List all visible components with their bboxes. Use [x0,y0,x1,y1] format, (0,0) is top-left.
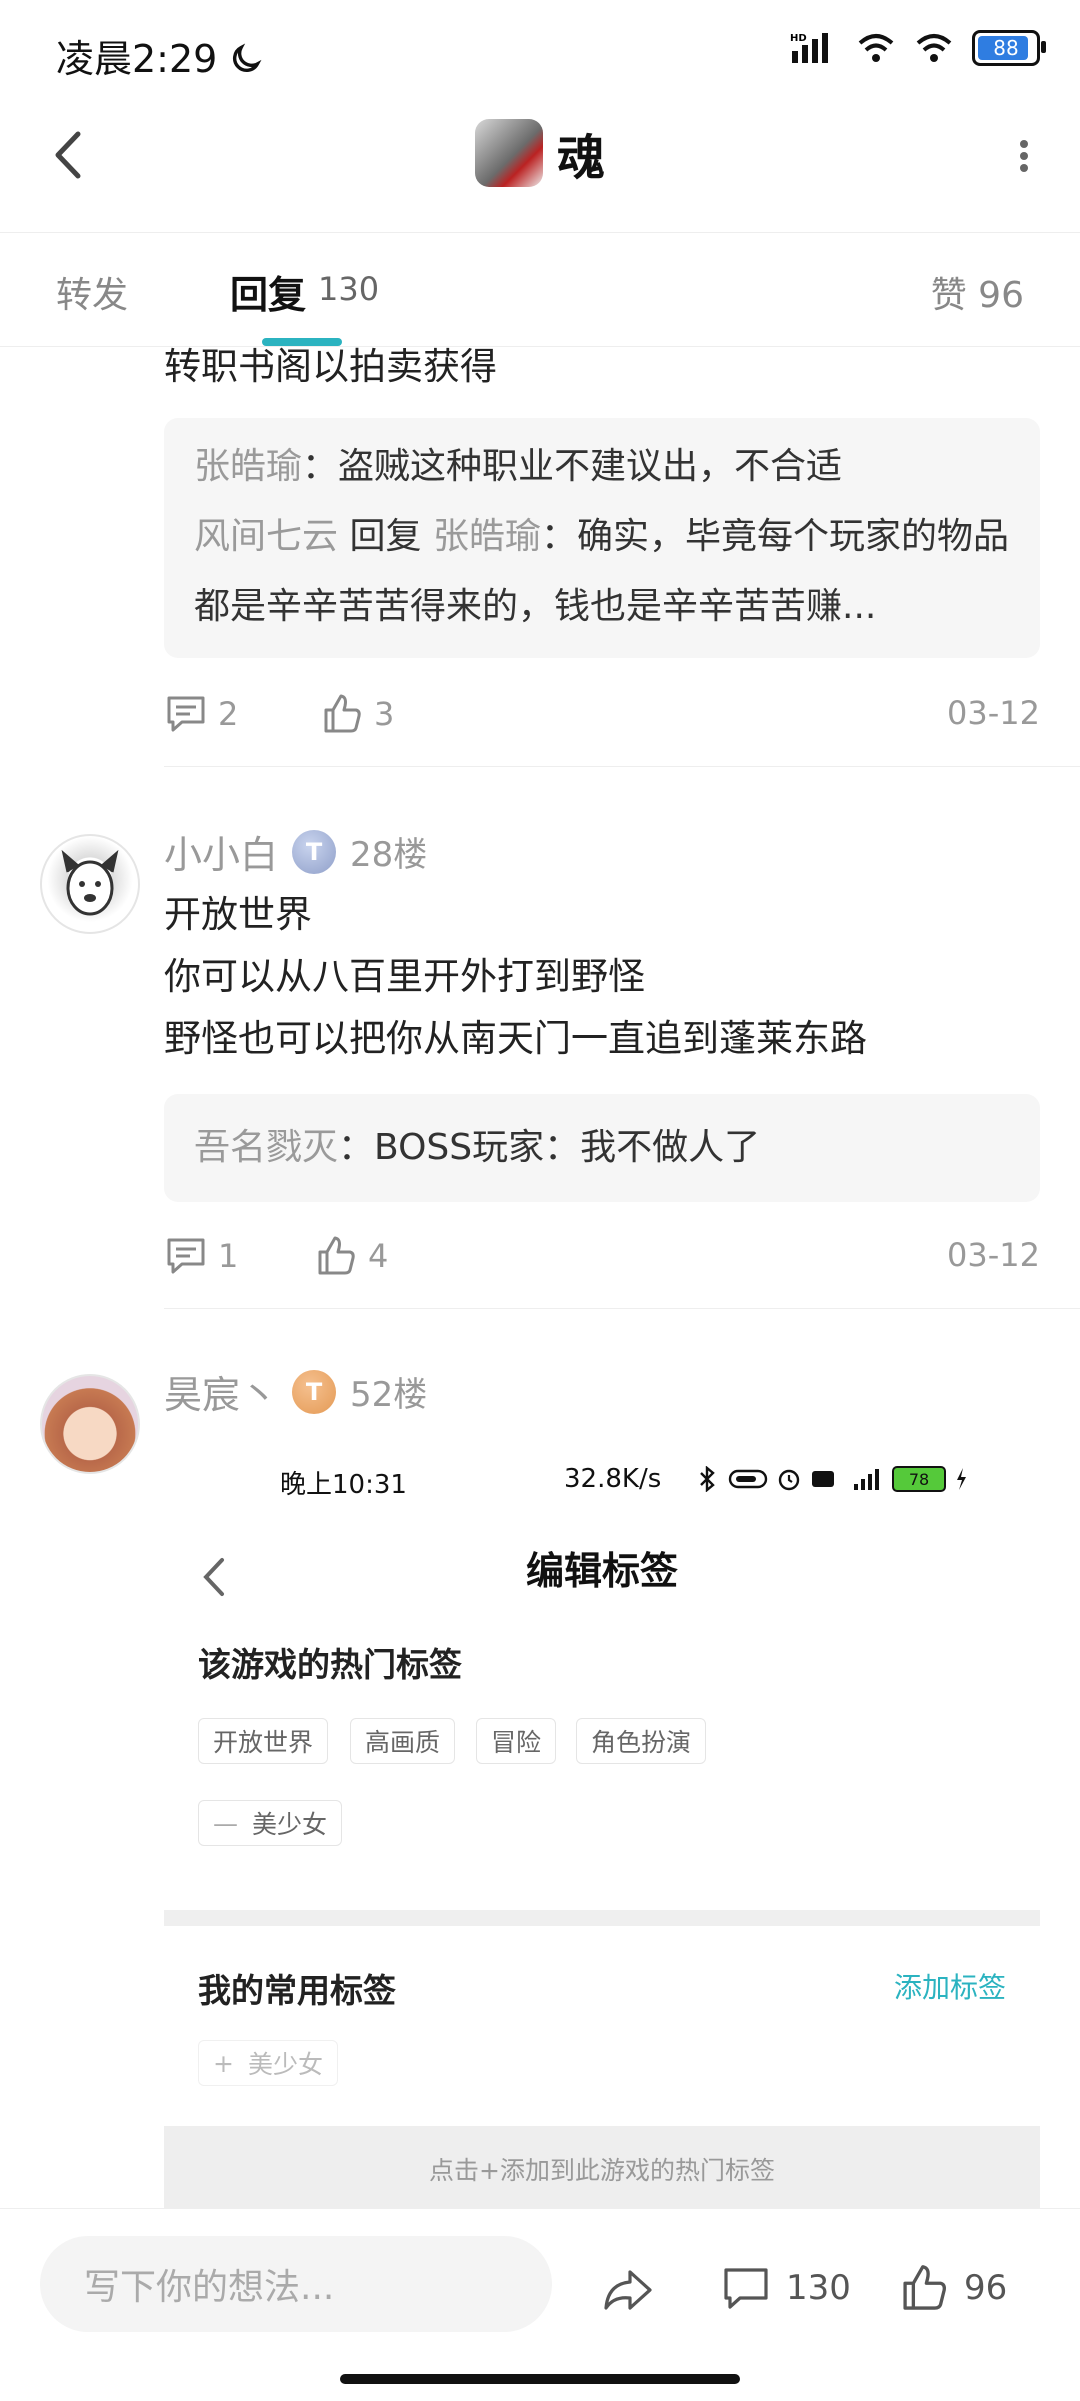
avatar[interactable] [40,834,140,934]
sub-reply-target[interactable]: 张皓瑜 [433,516,541,557]
divider [164,1308,1080,1309]
image-hot-section: 该游戏的热门标签 [198,1645,462,1684]
image-divider [164,1910,1040,1926]
share-icon [604,2270,652,2310]
tab-repost[interactable]: 转发 [56,266,128,318]
comment-input[interactable]: 写下你的想法... [40,2236,552,2332]
divider [0,346,1080,347]
level-badge: T [292,829,337,874]
thumbs-up-icon [318,1236,355,1275]
reply-word: 回复 [349,516,422,557]
share-button[interactable] [600,2262,656,2318]
like-button[interactable]: 3 [320,692,394,736]
toggle-icon [728,1469,768,1489]
username[interactable]: 小小白 [164,824,278,879]
like-button[interactable]: 4 [314,1234,388,1278]
image-my-section: 我的常用标签 [198,1971,396,2010]
more-button[interactable] [1004,136,1044,176]
page-title: 魂 [556,130,605,186]
image-tag: 冒险 [476,1718,557,1764]
image-title: 编辑标签 [525,1549,678,1593]
username[interactable]: 昊宸丶 [164,1364,278,1419]
tab-like[interactable]: 赞 96 [931,266,1024,318]
thumbs-up-icon [903,2265,946,2310]
sub-reply: 风间七云 回复 张皓瑜：确实，毕竟每个玩家的物品都是辛辛苦苦得来的，钱也是辛辛苦… [194,502,1010,642]
comment-icon [167,696,205,732]
status-bar-icons: HD 88 [790,30,1046,66]
image-add-tag: 添加标签 [893,1971,1006,2004]
reply-header: 昊宸丶 T 52楼 [164,1364,427,1419]
image-tag: 角色扮演 [576,1718,707,1764]
status-bar-time: 凌晨2:29 [56,28,263,83]
sub-reply-text: ：盗贼这种职业不建议出，不合适 [302,446,843,487]
charging-icon [957,1468,966,1490]
home-indicator[interactable] [340,2374,740,2384]
image-status-time: 晚上10:31 [280,1470,407,1500]
wifi-icon [858,34,894,62]
image-bottom-hint: 点击+添加到此游戏的热门标签 [164,2126,1040,2210]
svg-text:HD: HD [790,33,807,44]
page-header: 魂 [0,118,1080,188]
sub-reply-author[interactable]: 风间七云 [194,516,338,557]
reply-image[interactable]: 晚上10:31 32.8K/s 78 编辑标签 该游戏的热门标签 开放世界 高画… [164,1450,1040,2210]
game-icon[interactable] [474,119,543,187]
reply-text: 开放世界 你可以从八百里开外打到野怪 野怪也可以把你从南天门一直追到蓬莱东路 [164,893,867,1060]
divider [164,766,1080,767]
signal-icon: HD [790,33,828,63]
reply-header: 小小白 T 28楼 [164,824,427,879]
hd-icon [812,1471,834,1487]
image-my-tag: + 美少女 [198,2040,338,2086]
wifi-icon-2 [916,34,952,62]
sub-replies-box[interactable]: 张皓瑜：盗贼这种职业不建议出，不合适 风间七云 回复 张皓瑜：确实，毕竟每个玩家… [164,418,1040,658]
image-status-speed: 32.8K/s [564,1464,662,1494]
thumbs-up-icon [324,694,361,733]
reply-text: 转职书阁以拍卖获得 [164,345,497,388]
divider [0,232,1080,233]
tab-reply-count: 130 [318,270,380,308]
sub-replies-box[interactable]: 吾名戮灭：BOSS玩家：我不做人了 [164,1094,1040,1202]
reply-date: 03-12 [947,694,1040,732]
cell-signal-icon [854,1469,879,1490]
tab-reply[interactable]: 回复 [230,264,306,319]
like-count-button[interactable]: 96 [898,2262,1007,2314]
more-vertical-icon [1020,140,1028,172]
sub-reply-text: ：BOSS玩家：我不做人了 [338,1127,761,1168]
moon-icon [233,43,262,72]
image-battery-icon: 78 [892,1466,946,1492]
image-tag: 高画质 [350,1718,456,1764]
image-tag-selected: — 美少女 [198,1800,343,1846]
comment-icon [724,2268,768,2309]
avatar[interactable] [40,1374,140,1474]
floor-number: 28楼 [350,835,428,875]
comment-button[interactable]: 1 [164,1234,238,1278]
image-status-icons: 78 [694,1466,968,1492]
reply-date: 03-12 [947,1236,1040,1274]
image-tag: 开放世界 [198,1718,329,1764]
alarm-icon [778,1469,800,1491]
bluetooth-icon [700,1466,715,1492]
sub-reply-author[interactable]: 张皓瑜 [194,446,302,487]
dog-avatar-icon [61,849,119,916]
comment-icon [167,1238,205,1274]
level-badge: T [292,1369,337,1414]
comment-button[interactable]: 2 [164,692,238,736]
floor-number: 52楼 [350,1375,428,1415]
comment-count-button[interactable]: 130 [720,2262,851,2314]
battery-icon: 88 [972,30,1046,66]
sub-reply: 张皓瑜：盗贼这种职业不建议出，不合适 [194,432,1010,502]
sub-reply-author[interactable]: 吾名戮灭 [194,1127,338,1168]
